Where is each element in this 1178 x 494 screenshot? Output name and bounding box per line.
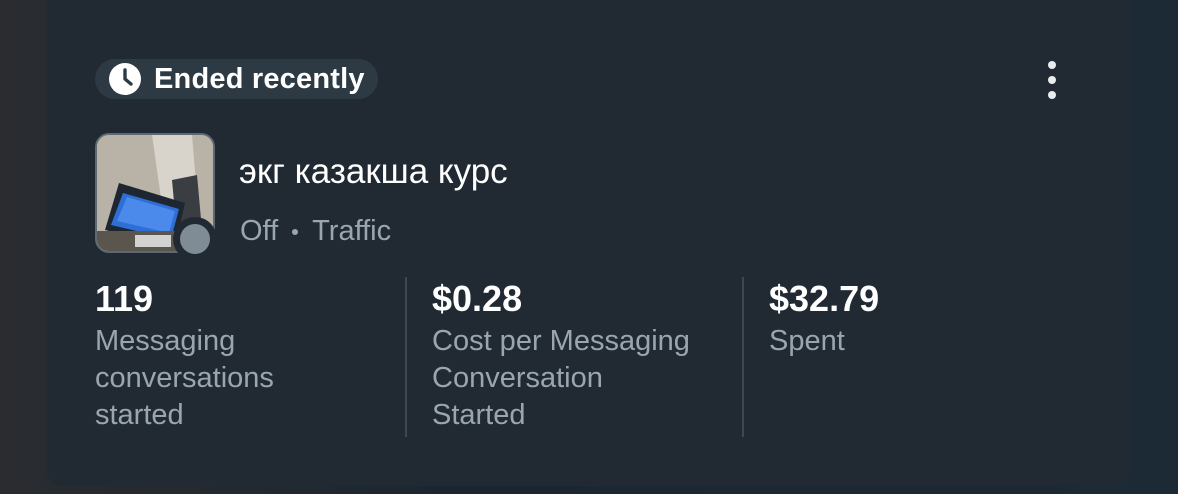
metric-messaging-conversations: 119 Messaging conversations started (95, 277, 405, 437)
delivery-status-dot-inner (180, 224, 210, 254)
status-label: Ended recently (154, 62, 365, 95)
metrics-row: 119 Messaging conversations started $0.2… (95, 277, 1095, 437)
delivery-status-dot (173, 217, 217, 261)
metric-cost-per-conversation: $0.28 Cost per Messaging Conversation St… (432, 277, 742, 437)
meta-separator (292, 228, 299, 235)
ad-name[interactable]: экг казакша курс (239, 152, 508, 192)
clock-icon (109, 63, 141, 95)
more-vertical-icon (1048, 61, 1056, 69)
ad-meta: Off Traffic (240, 215, 391, 248)
more-vertical-icon-dot (1048, 91, 1056, 99)
metric-label: Messaging conversations started (95, 325, 274, 431)
ad-card[interactable]: Ended recently экг казакша курс Off Traf… (47, 0, 1130, 486)
metric-amount-spent: $32.79 Spent (769, 277, 1079, 437)
metric-label: Spent (769, 325, 845, 357)
status-badge: Ended recently (95, 59, 378, 99)
metric-divider (405, 277, 407, 437)
ad-objective: Traffic (312, 215, 392, 247)
metric-label: Cost per Messaging Conversation Started (432, 325, 690, 431)
delivery-status: Off (240, 215, 279, 247)
metric-value: $32.79 (769, 278, 880, 319)
more-options-button[interactable] (1037, 58, 1067, 102)
metric-value: $0.28 (432, 278, 523, 319)
metric-divider (742, 277, 744, 437)
metric-value: 119 (95, 278, 154, 319)
more-vertical-icon-dot (1048, 76, 1056, 84)
